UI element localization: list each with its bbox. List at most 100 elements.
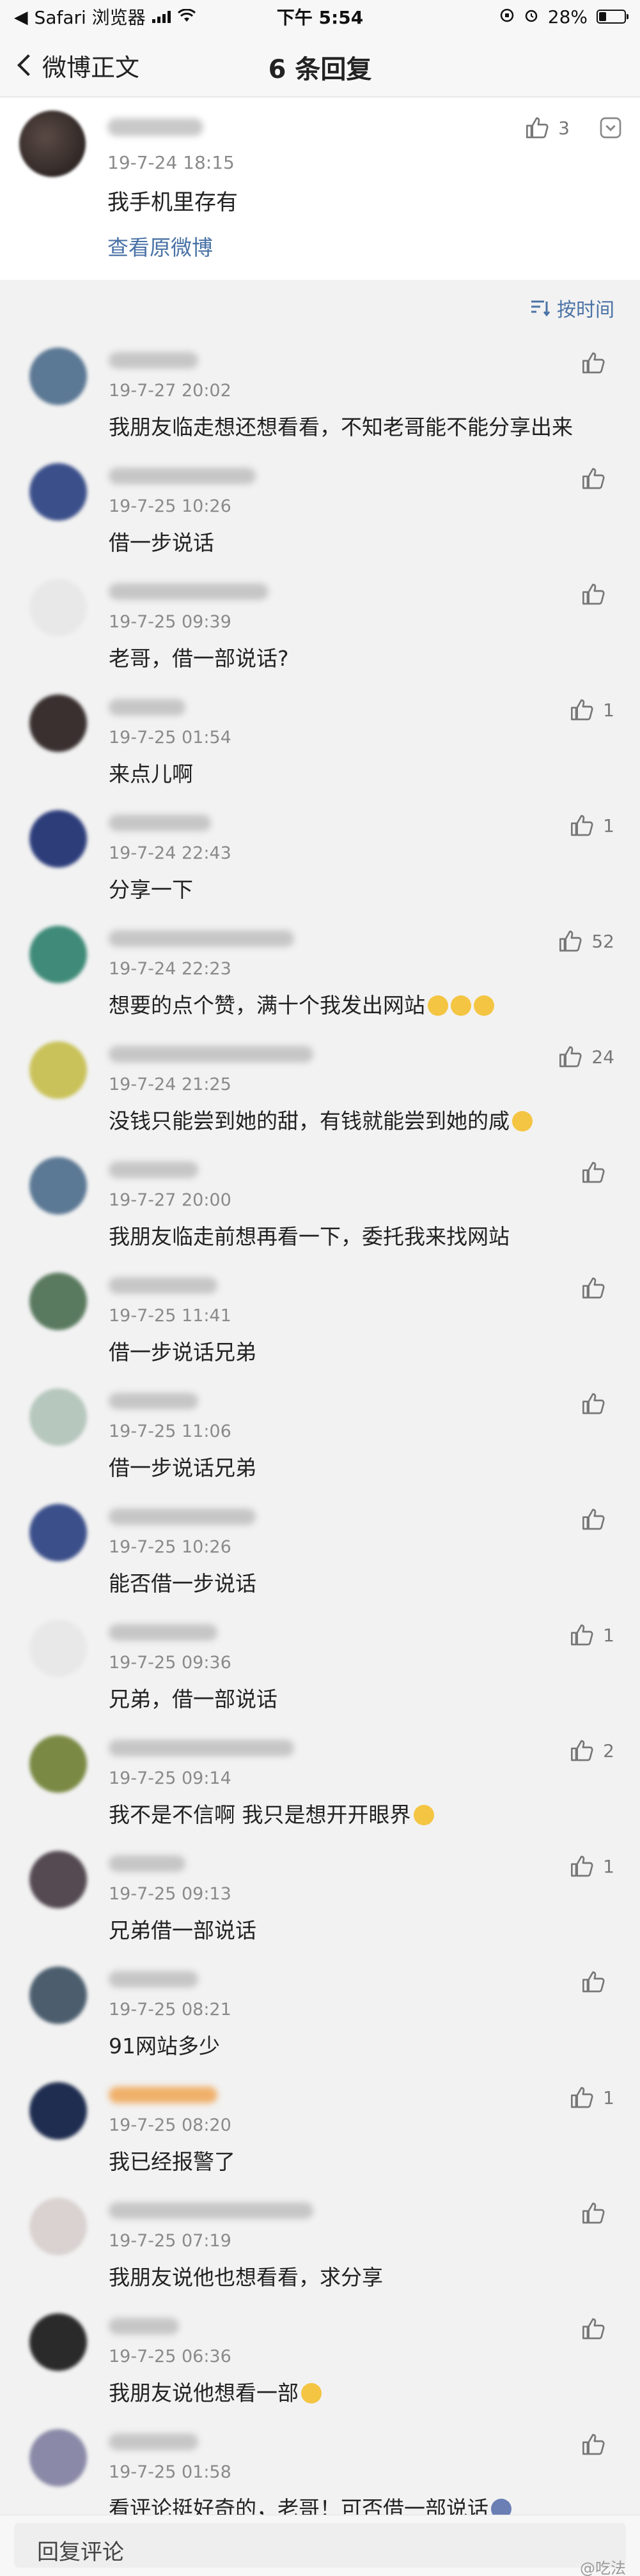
blurred-username[interactable] (109, 468, 256, 484)
blurred-username[interactable] (109, 352, 198, 369)
like-count: 3 (558, 117, 570, 139)
emoji-icon (413, 1805, 434, 1825)
blurred-username[interactable] (109, 1971, 198, 1988)
like-button[interactable]: 3 (525, 115, 570, 141)
avatar[interactable] (29, 1041, 87, 1099)
blurred-username[interactable] (109, 1046, 313, 1062)
thumbs-up-icon (582, 352, 605, 374)
avatar[interactable] (29, 2082, 87, 2140)
orientation-lock-icon (499, 6, 515, 27)
like-button[interactable]: 1 (570, 1622, 614, 1648)
blurred-username[interactable] (109, 1508, 256, 1525)
avatar[interactable] (29, 2429, 87, 2487)
avatar[interactable] (29, 926, 87, 983)
blurred-username[interactable] (109, 815, 211, 831)
reply-item[interactable]: 19-7-25 01:58 看评论挺好奇的，老哥！可否借一部说话 (0, 2415, 640, 2531)
avatar[interactable] (29, 810, 87, 868)
like-button[interactable] (581, 1391, 614, 1416)
thumbs-up-icon (582, 2434, 605, 2455)
like-button[interactable] (581, 1160, 614, 1185)
avatar[interactable] (29, 348, 87, 405)
like-button[interactable]: 2 (570, 1738, 614, 1763)
blurred-username[interactable] (109, 930, 294, 947)
blurred-username[interactable] (109, 1855, 185, 1872)
reply-item[interactable]: 19-7-25 08:21 91网站多少 (0, 1952, 640, 2068)
avatar[interactable] (19, 111, 86, 177)
reply-item[interactable]: 19-7-25 06:36 我朋友说他想看一部 (0, 2299, 640, 2415)
avatar[interactable] (29, 1504, 87, 1561)
reply-time: 19-7-25 11:06 (109, 1422, 231, 1441)
reply-item[interactable]: 19-7-25 11:41 借一步说话兄弟 (0, 1259, 640, 1374)
like-button[interactable] (581, 1275, 614, 1301)
thumbs-up-icon (559, 930, 582, 952)
blurred-username[interactable] (109, 2434, 198, 2450)
nav-bar: 微博正文 6 条回复 (0, 33, 640, 97)
reply-item[interactable]: 19-7-25 11:06 借一步说话兄弟 (0, 1374, 640, 1490)
avatar[interactable] (29, 1735, 87, 1793)
thumbs-up-icon (571, 815, 593, 836)
reply-item[interactable]: 19-7-27 20:02 我朋友临走想还想看看，不知老哥能不能分享出来 (0, 334, 640, 449)
avatar[interactable] (29, 2313, 87, 2371)
avatar[interactable] (29, 463, 87, 521)
avatar[interactable] (29, 1273, 87, 1330)
reply-item[interactable]: 19-7-25 09:36 兄弟，借一部说话 1 (0, 1606, 640, 1721)
reply-item[interactable]: 19-7-24 21:25 没钱只能尝到她的甜，有钱就能尝到她的咸 24 (0, 1027, 640, 1143)
like-button[interactable] (581, 1969, 614, 1995)
like-button[interactable]: 1 (570, 2085, 614, 2110)
like-button[interactable] (581, 350, 614, 376)
reply-item[interactable]: 19-7-25 01:54 来点儿啊 1 (0, 680, 640, 796)
avatar[interactable] (29, 1388, 87, 1446)
blurred-username[interactable] (109, 699, 185, 716)
avatar[interactable] (29, 1157, 87, 1215)
sort-row: 按时间 (0, 280, 640, 334)
more-options-icon[interactable] (598, 115, 623, 143)
reply-item[interactable]: 19-7-27 20:00 我朋友临走前想再看一下，委托我来找网站 (0, 1143, 640, 1259)
reply-text: 借一步说话兄弟 (109, 1455, 256, 1480)
reply-item[interactable]: 19-7-24 22:23 想要的点个赞，满十个我发出网站 52 (0, 912, 640, 1027)
avatar[interactable] (29, 2198, 87, 2255)
blurred-username[interactable] (107, 118, 203, 136)
like-button[interactable] (581, 2316, 614, 2342)
like-button[interactable] (581, 2432, 614, 2457)
like-count: 1 (603, 815, 614, 836)
avatar[interactable] (29, 1966, 87, 2024)
reply-item[interactable]: 19-7-25 07:19 我朋友说他也想看看，求分享 (0, 2184, 640, 2299)
blurred-username[interactable] (109, 1624, 217, 1641)
avatar[interactable] (29, 694, 87, 752)
like-button[interactable] (581, 1506, 614, 1532)
blurred-username[interactable] (109, 1393, 198, 1409)
like-button[interactable]: 1 (570, 1853, 614, 1879)
blurred-username[interactable] (109, 2202, 313, 2219)
blurred-username[interactable] (109, 583, 269, 600)
reply-item[interactable]: 19-7-25 10:26 能否借一步说话 (0, 1490, 640, 1606)
like-button[interactable] (581, 466, 614, 491)
reply-item[interactable]: 19-7-24 22:43 分享一下 1 (0, 796, 640, 912)
blurred-username[interactable] (109, 1162, 198, 1178)
like-button[interactable] (581, 581, 614, 607)
reply-item[interactable]: 19-7-25 09:13 兄弟借一部说话 1 (0, 1837, 640, 1952)
battery-percent: 28% (547, 6, 588, 27)
avatar[interactable] (29, 579, 87, 636)
like-button[interactable]: 1 (570, 697, 614, 723)
like-button[interactable]: 1 (570, 813, 614, 838)
reply-item[interactable]: 19-7-25 08:20 我已经报警了 1 (0, 2068, 640, 2184)
blurred-username[interactable] (109, 2318, 179, 2334)
avatar[interactable] (29, 1620, 87, 1677)
blurred-username[interactable] (109, 1277, 217, 1294)
reply-item[interactable]: 19-7-25 09:14 我不是不信啊 我只是想开开眼界 2 (0, 1721, 640, 1837)
carrier-label[interactable]: Safari 浏览器 (35, 4, 146, 29)
reply-text: 来点儿啊 (109, 762, 193, 786)
sort-by-time-button[interactable]: 按时间 (530, 294, 614, 322)
like-button[interactable] (581, 2200, 614, 2226)
avatar[interactable] (29, 1851, 87, 1908)
reply-item[interactable]: 19-7-25 10:26 借一步说话 (0, 449, 640, 565)
reply-time: 19-7-27 20:00 (109, 1190, 231, 1210)
like-button[interactable]: 24 (558, 1044, 614, 1070)
blurred-username[interactable] (109, 1740, 294, 1756)
back-to-safari-icon[interactable]: ◀ (14, 6, 28, 27)
view-original-link[interactable]: 查看原微博 (107, 231, 213, 261)
like-button[interactable]: 52 (558, 928, 614, 954)
reply-item[interactable]: 19-7-25 09:39 老哥，借一部说话? (0, 565, 640, 680)
blurred-username[interactable] (109, 2087, 217, 2103)
reply-comment-input[interactable]: 回复评论 (14, 2523, 626, 2568)
